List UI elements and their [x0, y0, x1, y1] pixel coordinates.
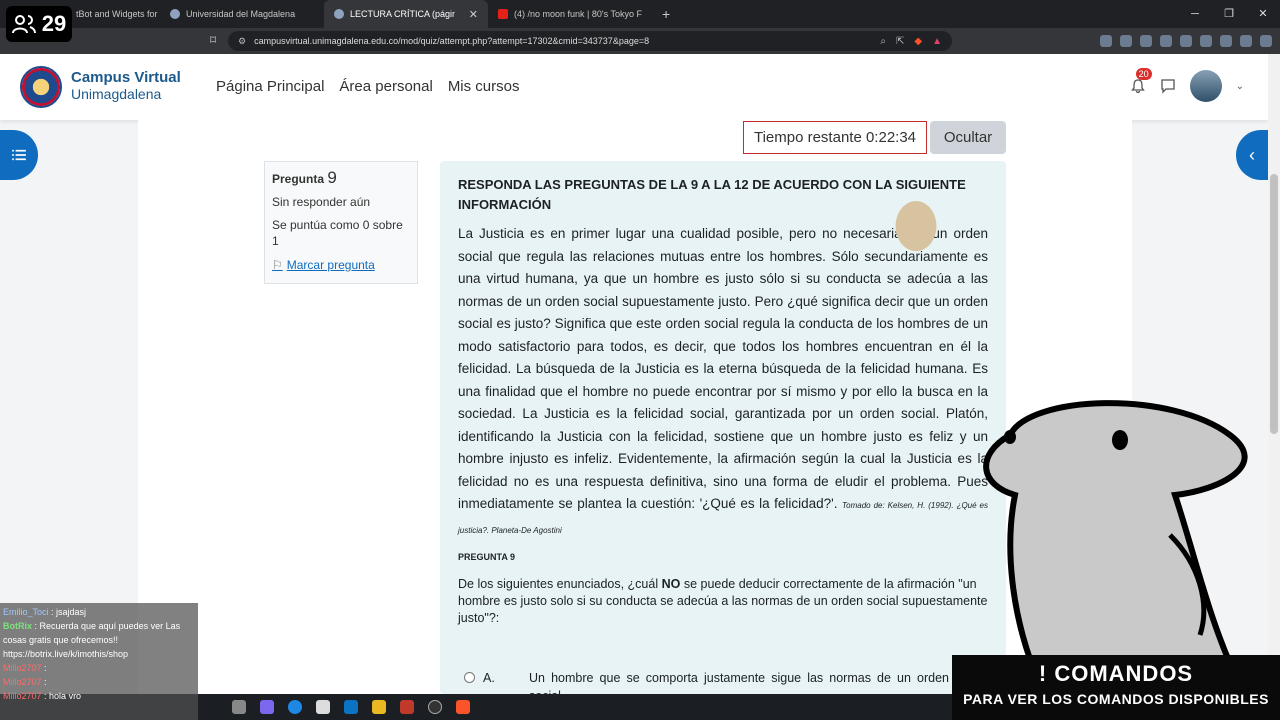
quiz-navigation-toggle[interactable]: ‹: [1236, 130, 1268, 180]
question-label: PREGUNTA 9: [458, 552, 516, 562]
question-number: Pregunta 9: [272, 168, 337, 187]
reading-passage: La Justicia es en primer lugar una cuali…: [458, 226, 988, 535]
nav-dashboard[interactable]: Área personal: [339, 78, 432, 95]
question-grade: Se puntúa como 0 sobre 1: [272, 218, 403, 248]
app-icon[interactable]: [400, 700, 414, 714]
chat-message: Millo2707 : hola vro: [3, 691, 82, 701]
flag-icon: ⚐: [272, 258, 283, 272]
brave-icon[interactable]: [456, 700, 470, 714]
tab-lectura-critica[interactable]: LECTURA CRÍTICA (página 9 de 2 ✕: [324, 0, 488, 28]
extension-icon[interactable]: [1200, 35, 1212, 47]
chat-message: BotRix : Recuerda que aquí puedes ver La…: [3, 621, 181, 659]
chat-message: Emilio_Toci : jsajdasj: [3, 607, 87, 617]
restore-icon[interactable]: ❐: [1212, 0, 1246, 28]
bell-icon: [1130, 79, 1145, 94]
chat-message: Millo2707 :: [3, 663, 47, 673]
close-window-icon[interactable]: ✕: [1246, 0, 1280, 28]
minimize-icon[interactable]: ─: [1178, 0, 1212, 28]
user-avatar[interactable]: [1189, 70, 1222, 102]
answer-option-a[interactable]: A. Un hombre que se comporta justamente …: [458, 669, 988, 694]
extension-icon[interactable]: [1240, 35, 1252, 47]
tab-universidad[interactable]: Universidad del Magdalena: [160, 0, 324, 28]
favicon-icon: [170, 9, 180, 19]
question-status: Sin responder aún: [272, 195, 371, 209]
window-controls: ─ ❐ ✕: [1178, 0, 1280, 28]
extension-icon[interactable]: [1120, 35, 1132, 47]
browser-tab-bar: tBot and Widgets for Ki Universidad del …: [0, 0, 1280, 28]
tab-youtube[interactable]: (4) /no moon funk | 80's Tokyo F: [488, 0, 652, 28]
chat-message: Millo2707 :: [3, 677, 47, 687]
store-icon[interactable]: [316, 700, 330, 714]
header-icons: 20 ⌄: [1130, 68, 1244, 102]
viewer-count: 29: [6, 6, 72, 42]
brave-shield-icon[interactable]: ◆: [914, 36, 922, 47]
extension-icon[interactable]: [1160, 35, 1172, 47]
time-remaining: Tiempo restante 0:22:34: [743, 121, 927, 154]
cat-emote-icon: [890, 200, 942, 258]
scrollbar-thumb[interactable]: [1270, 174, 1278, 434]
new-tab-button[interactable]: +: [652, 6, 680, 22]
mascot-blob-icon: [983, 400, 1248, 685]
question-prompt: De los siguientes enunciados, ¿cuál NO s…: [458, 577, 988, 625]
copilot-icon[interactable]: [260, 700, 274, 714]
menu-icon[interactable]: [1260, 35, 1272, 47]
messages-icon[interactable]: [1160, 78, 1176, 94]
primary-nav: Página Principal Área personal Mis curso…: [216, 78, 520, 95]
university-seal-logo[interactable]: [20, 66, 62, 108]
course-index-toggle[interactable]: [0, 130, 38, 180]
site-header: Campus Virtual Unimagdalena Página Princ…: [0, 54, 1268, 120]
edge-icon[interactable]: [288, 700, 302, 714]
extension-icon[interactable]: [1180, 35, 1192, 47]
address-bar-row: ⌑ ⚙ campusvirtual.unimagdalena.edu.co/mo…: [0, 28, 1280, 54]
question-info: Pregunta 9 Sin responder aún Se puntúa c…: [264, 161, 418, 284]
brave-rewards-icon[interactable]: ▲: [932, 36, 942, 47]
list-icon: [12, 149, 26, 161]
nav-home[interactable]: Página Principal: [216, 78, 324, 95]
share-icon[interactable]: ⇱: [896, 36, 904, 47]
close-tab-icon[interactable]: ✕: [469, 8, 478, 21]
task-view-icon[interactable]: [232, 700, 246, 714]
hide-timer-button[interactable]: Ocultar: [930, 121, 1006, 154]
commands-banner: ! COMANDOS PARA VER LOS COMANDOS DISPONI…: [952, 655, 1280, 720]
notifications-button[interactable]: 20: [1130, 68, 1152, 94]
page-scrollbar[interactable]: [1268, 54, 1280, 694]
chevron-left-icon: ‹: [1249, 144, 1255, 165]
radio-button[interactable]: [464, 672, 475, 683]
notification-badge: 20: [1135, 68, 1152, 80]
flag-question-link[interactable]: ⚐ Marcar pregunta: [272, 257, 410, 273]
site-info-icon[interactable]: ⚙: [238, 36, 246, 47]
obs-icon[interactable]: [428, 700, 442, 714]
nav-my-courses[interactable]: Mis cursos: [448, 78, 520, 95]
extension-icon[interactable]: [1100, 35, 1112, 47]
favicon-icon: [334, 9, 344, 19]
outlook-icon[interactable]: [344, 700, 358, 714]
extensions-bar: [1100, 35, 1272, 47]
url-field[interactable]: ⚙ campusvirtual.unimagdalena.edu.co/mod/…: [228, 31, 952, 51]
bookmark-icon[interactable]: ⌑: [210, 33, 216, 47]
zoom-icon[interactable]: ⌕: [880, 36, 886, 47]
extension-icon[interactable]: [1220, 35, 1232, 47]
youtube-icon: [498, 9, 508, 19]
user-menu-chevron-icon[interactable]: ⌄: [1236, 81, 1244, 92]
brand-logo[interactable]: Campus Virtual Unimagdalena: [71, 70, 181, 103]
file-explorer-icon[interactable]: [372, 700, 386, 714]
extension-icon[interactable]: [1140, 35, 1152, 47]
people-icon: [11, 15, 36, 34]
stream-chat: Emilio_Toci : jsajdasj BotRix : Recuerda…: [0, 603, 198, 720]
